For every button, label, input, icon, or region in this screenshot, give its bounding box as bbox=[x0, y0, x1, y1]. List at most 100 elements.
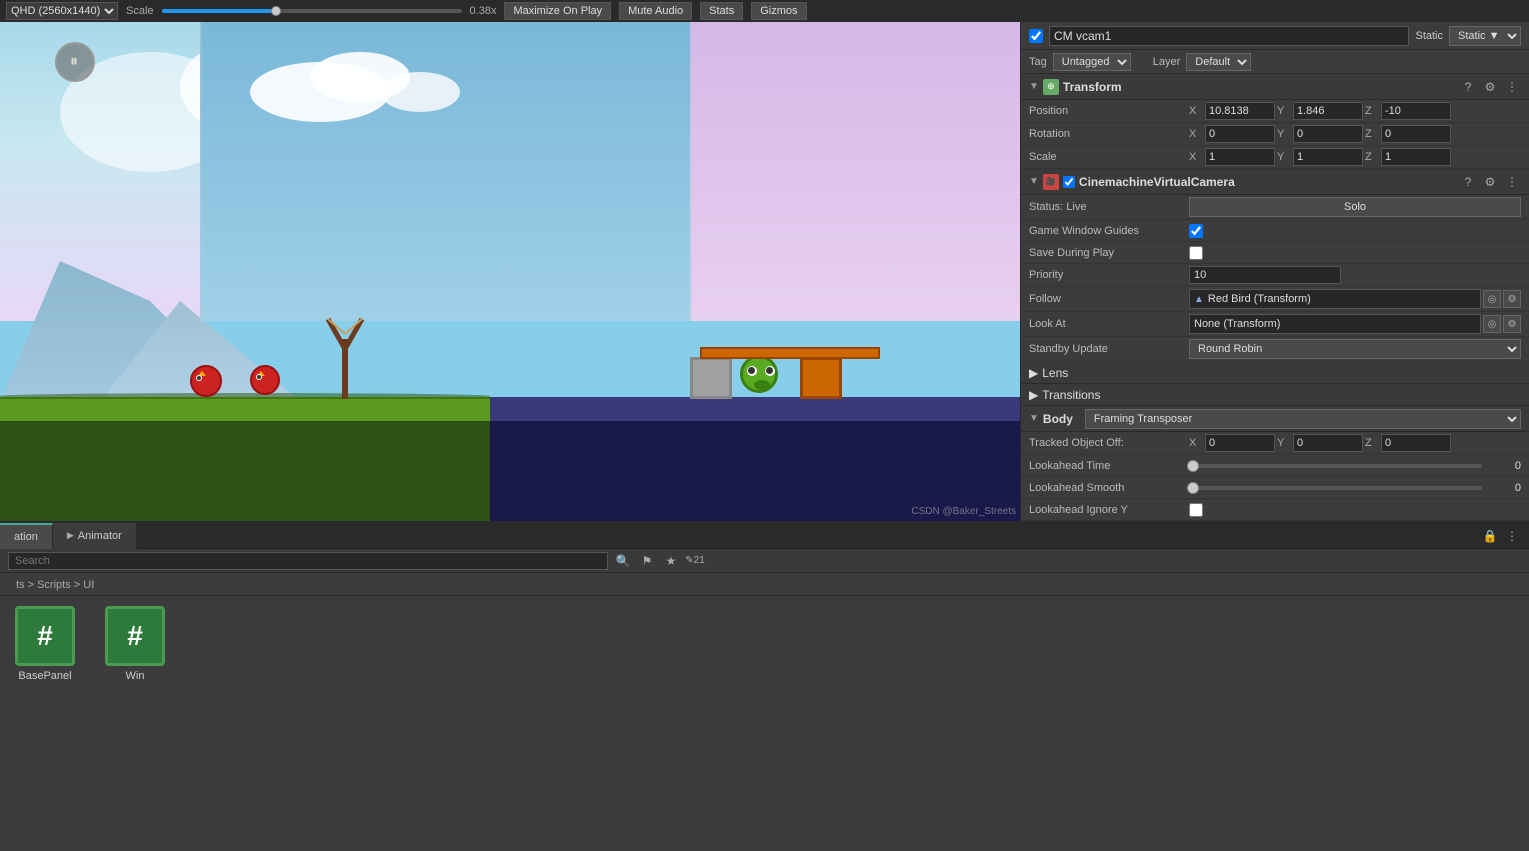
scale-z-label: Z bbox=[1365, 151, 1379, 163]
cinemachine-help-btn[interactable]: ? bbox=[1459, 173, 1477, 191]
scale-row: Scale X Y Z bbox=[1021, 146, 1529, 169]
bottom-more-btn[interactable]: ⋮ bbox=[1503, 527, 1521, 545]
game-window-value bbox=[1189, 224, 1521, 238]
cinemachine-settings-btn[interactable]: ⚙ bbox=[1481, 173, 1499, 191]
tracked-y-field[interactable] bbox=[1293, 434, 1363, 452]
pos-x-field[interactable]: 10.8138 bbox=[1205, 102, 1275, 120]
bottom-content: # BasePanel # Win bbox=[0, 596, 1529, 851]
bird1 bbox=[190, 365, 222, 397]
scale-slider[interactable] bbox=[162, 9, 462, 13]
position-label: Position bbox=[1029, 105, 1189, 117]
transform-settings-btn[interactable]: ⚙ bbox=[1481, 78, 1499, 96]
rot-z-field[interactable] bbox=[1381, 125, 1451, 143]
follow-field[interactable]: ▲ Red Bird (Transform) bbox=[1189, 289, 1481, 309]
look-at-field[interactable]: None (Transform) bbox=[1189, 314, 1481, 334]
transitions-section[interactable]: ▶ Transitions bbox=[1021, 384, 1529, 406]
bottom-lock-btn[interactable]: 🔒 bbox=[1481, 527, 1499, 545]
transform-help-btn[interactable]: ? bbox=[1459, 78, 1477, 96]
stats-btn[interactable]: Stats bbox=[700, 2, 743, 20]
tracked-x-field[interactable] bbox=[1205, 434, 1275, 452]
look-at-target-btn[interactable]: ◎ bbox=[1483, 315, 1501, 333]
follow-icon: ▲ bbox=[1194, 294, 1204, 305]
lookahead-ignore-checkbox[interactable] bbox=[1189, 503, 1203, 517]
lookahead-smooth-label: Lookahead Smooth bbox=[1029, 482, 1189, 494]
watermark: CSDN @Baker_Streets bbox=[911, 506, 1016, 517]
bottom-tabs: ation ▶ Animator 🔒 ⋮ bbox=[0, 523, 1529, 549]
breadcrumb-row: ts > Scripts > UI bbox=[0, 573, 1529, 596]
lookahead-time-track[interactable] bbox=[1193, 464, 1482, 468]
rotation-label: Rotation bbox=[1029, 128, 1189, 140]
mute-btn[interactable]: Mute Audio bbox=[619, 2, 692, 20]
platform bbox=[700, 347, 880, 359]
filter-btn[interactable]: ⚑ bbox=[638, 552, 656, 570]
tab-animation[interactable]: ation bbox=[0, 523, 53, 549]
tag-select[interactable]: Untagged bbox=[1053, 53, 1131, 71]
lookahead-smooth-track[interactable] bbox=[1193, 486, 1482, 490]
lookahead-ignore-label: Lookahead Ignore Y bbox=[1029, 504, 1189, 516]
top-bar: QHD (2560x1440) Scale 0.38x Maximize On … bbox=[0, 0, 1529, 22]
tag-layer-row: Tag Untagged Layer Default bbox=[1021, 50, 1529, 74]
scale-z-field[interactable] bbox=[1381, 148, 1451, 166]
body-arrow: ▼ bbox=[1029, 413, 1039, 424]
transform-menu-btn[interactable]: ⋮ bbox=[1503, 78, 1521, 96]
breadcrumb: ts > Scripts > UI bbox=[8, 575, 102, 595]
rot-z-label: Z bbox=[1365, 128, 1379, 140]
win-icon: # bbox=[105, 606, 165, 666]
tracked-z-field[interactable] bbox=[1381, 434, 1451, 452]
cinemachine-enabled[interactable] bbox=[1063, 176, 1075, 188]
pos-z-field[interactable]: -10 bbox=[1381, 102, 1451, 120]
static-dropdown[interactable]: Static ▼ bbox=[1449, 26, 1521, 46]
standby-row: Standby Update Round Robin bbox=[1021, 337, 1529, 362]
tracked-offset-value: X Y Z bbox=[1189, 434, 1521, 452]
standby-label: Standby Update bbox=[1029, 343, 1189, 355]
body-select[interactable]: Framing Transposer bbox=[1085, 409, 1521, 429]
lens-section[interactable]: ▶ Lens bbox=[1021, 362, 1529, 384]
tab-animator[interactable]: ▶ Animator bbox=[53, 523, 137, 549]
settings-btn[interactable]: ✎21 bbox=[686, 552, 704, 570]
body-header[interactable]: ▼ Body Framing Transposer bbox=[1021, 406, 1529, 432]
resolution-select[interactable]: QHD (2560x1440) bbox=[6, 2, 118, 20]
star-btn[interactable]: ★ bbox=[662, 552, 680, 570]
rot-x-field[interactable] bbox=[1205, 125, 1275, 143]
follow-target-btn[interactable]: ◎ bbox=[1483, 290, 1501, 308]
standby-select[interactable]: Round Robin bbox=[1189, 339, 1521, 359]
game-window-checkbox[interactable] bbox=[1189, 224, 1203, 238]
rot-y-label: Y bbox=[1277, 128, 1291, 140]
search-icon-btn[interactable]: 🔍 bbox=[614, 552, 632, 570]
save-during-play-checkbox[interactable] bbox=[1189, 246, 1203, 260]
maximize-btn[interactable]: Maximize On Play bbox=[504, 2, 611, 20]
pos-y-field[interactable]: 1.846 bbox=[1293, 102, 1363, 120]
follow-label: Follow bbox=[1029, 293, 1189, 305]
status-label: Status: Live bbox=[1029, 201, 1189, 213]
transform-header[interactable]: ▼ ⊕ Transform ? ⚙ ⋮ bbox=[1021, 74, 1529, 100]
box1 bbox=[690, 357, 732, 399]
rot-y-field[interactable] bbox=[1293, 125, 1363, 143]
solo-button[interactable]: Solo bbox=[1189, 197, 1521, 217]
win-label: Win bbox=[126, 670, 145, 682]
inspector-scroll[interactable]: ▼ ⊕ Transform ? ⚙ ⋮ Position X 10.8138 Y… bbox=[1021, 74, 1529, 521]
look-at-text: None (Transform) bbox=[1194, 318, 1280, 330]
pos-z-label: Z bbox=[1365, 105, 1379, 117]
follow-row: Follow ▲ Red Bird (Transform) ◎ ⚙ bbox=[1021, 287, 1529, 312]
scale-y-field[interactable] bbox=[1293, 148, 1363, 166]
layer-select[interactable]: Default bbox=[1186, 53, 1251, 71]
follow-settings-btn[interactable]: ⚙ bbox=[1503, 290, 1521, 308]
gizmos-btn[interactable]: Gizmos bbox=[751, 2, 806, 20]
pause-button[interactable]: ⏸ bbox=[55, 42, 95, 82]
standby-value: Round Robin bbox=[1189, 339, 1521, 359]
obj-active-checkbox[interactable] bbox=[1029, 29, 1043, 43]
scale-x-field[interactable] bbox=[1205, 148, 1275, 166]
cinemachine-header[interactable]: ▼ 🎥 CinemachineVirtualCamera ? ⚙ ⋮ bbox=[1021, 169, 1529, 195]
body-type: Framing Transposer bbox=[1085, 409, 1521, 429]
game-canvas: ⏸ CSDN @Baker_Streets bbox=[0, 22, 1020, 521]
bird2 bbox=[250, 365, 280, 395]
look-at-settings-btn[interactable]: ⚙ bbox=[1503, 315, 1521, 333]
lookahead-smooth-row: Lookahead Smooth 0 bbox=[1021, 477, 1529, 499]
priority-field[interactable]: 10 bbox=[1189, 266, 1341, 284]
obj-name-field[interactable]: CM vcam1 bbox=[1049, 26, 1409, 46]
search-input[interactable] bbox=[8, 552, 608, 570]
pos-x-label: X bbox=[1189, 105, 1203, 117]
cinemachine-menu-btn[interactable]: ⋮ bbox=[1503, 173, 1521, 191]
lookahead-ignore-value bbox=[1189, 503, 1521, 517]
ground-top-right bbox=[490, 397, 1020, 421]
